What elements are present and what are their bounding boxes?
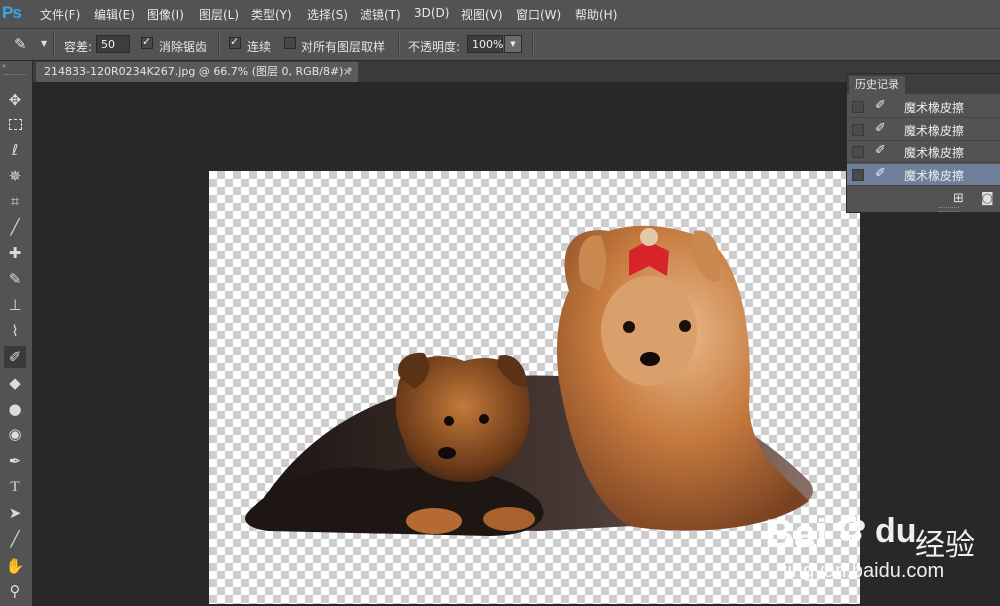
menu-window[interactable]: 窗口(W): [516, 6, 561, 23]
menu-edit[interactable]: 编辑(E): [94, 6, 135, 23]
antialias-checkbox[interactable]: [141, 35, 153, 49]
tolerance-input[interactable]: 50: [96, 35, 130, 53]
history-snapshot-checkbox[interactable]: [852, 169, 864, 181]
menu-select[interactable]: 选择(S): [307, 6, 348, 23]
blur-icon[interactable]: ●: [4, 398, 26, 420]
watermark: Bai ✿ du 经验 jingyan.baidu.com: [765, 498, 1000, 588]
all-layers-label: 对所有图层取样: [301, 40, 386, 54]
zoom-icon[interactable]: ⚲: [4, 580, 26, 602]
history-brush-icon[interactable]: ⌇: [4, 320, 26, 342]
document-title: 214833-120R0234K267.jpg @ 66.7% (图层 0, R…: [44, 65, 353, 78]
chevron-down-icon[interactable]: ▼: [41, 39, 47, 48]
eyedropper-icon[interactable]: ╱: [4, 216, 26, 238]
history-panel: 历史记录 ✐ 魔术橡皮擦 ✐ 魔术橡皮擦 ✐ 魔术橡皮擦 ✐ 魔术橡皮擦 ⊞ ◙: [846, 73, 1000, 213]
hand-icon[interactable]: ✋: [4, 555, 26, 577]
marquee-icon[interactable]: [4, 114, 26, 136]
baidu-logo-text-2: du: [875, 512, 917, 550]
type-icon[interactable]: T: [4, 476, 26, 498]
watermark-url: jingyan.baidu.com: [783, 560, 945, 582]
opacity-label: 不透明度:: [408, 40, 461, 54]
menu-bar: Ps 文件(F) 编辑(E) 图像(I) 图层(L) 类型(Y) 选择(S) 滤…: [0, 0, 1000, 29]
all-layers-checkbox[interactable]: [284, 37, 296, 49]
menu-file[interactable]: 文件(F): [40, 6, 80, 23]
menu-help[interactable]: 帮助(H): [575, 6, 617, 23]
menu-filter[interactable]: 滤镜(T): [360, 6, 401, 23]
history-snapshot-checkbox[interactable]: [852, 146, 864, 158]
tolerance-label: 容差:: [64, 40, 93, 54]
healing-brush-icon[interactable]: ✚: [4, 242, 26, 264]
tab-history[interactable]: 历史记录: [849, 76, 905, 94]
line-icon[interactable]: ╱: [4, 528, 26, 550]
dog-image: [245, 225, 813, 536]
brush-icon[interactable]: ✎: [4, 268, 26, 290]
history-item-label: 魔术橡皮擦: [904, 101, 965, 115]
dodge-icon[interactable]: ◉: [4, 423, 26, 445]
new-document-icon[interactable]: ⊞: [953, 191, 964, 206]
divider: [398, 33, 400, 55]
history-item[interactable]: ✐ 魔术橡皮擦: [847, 119, 1000, 141]
photoshop-logo: Ps: [2, 3, 22, 22]
history-snapshot-checkbox[interactable]: [852, 101, 864, 113]
opacity-input[interactable]: 100%: [467, 35, 503, 53]
menu-view[interactable]: 视图(V): [461, 6, 503, 23]
options-bar: ✎ ▼ 容差: 50 消除锯齿 连续 对所有图层取样 不透明度: 100% ▼: [0, 29, 1000, 61]
menu-image[interactable]: 图像(I): [147, 6, 184, 23]
history-item-label: 魔术橡皮擦: [904, 146, 965, 160]
history-item[interactable]: ✐ 魔术橡皮擦: [847, 141, 1000, 163]
baidu-logo-text: Bai: [765, 512, 828, 556]
history-tab-bar: 历史记录: [847, 74, 1000, 94]
panel-grip[interactable]: [4, 74, 26, 77]
paint-bucket-icon[interactable]: ◆: [4, 372, 26, 394]
crop-icon[interactable]: ⌗: [4, 190, 26, 212]
path-selection-icon[interactable]: ➤: [4, 502, 26, 524]
contiguous-label: 连续: [247, 40, 272, 54]
opacity-dropdown-button[interactable]: ▼: [504, 35, 522, 53]
lasso-icon[interactable]: ℓ: [4, 139, 26, 161]
camera-icon[interactable]: ◙: [981, 191, 994, 206]
antialias-label: 消除锯齿: [159, 40, 208, 54]
panel-collapse-icon[interactable]: »: [2, 62, 6, 70]
contiguous-checkbox[interactable]: [229, 35, 241, 49]
history-item-label: 魔术橡皮擦: [904, 169, 965, 183]
panel-resize-grip[interactable]: [939, 207, 959, 212]
paw-icon: ✿: [835, 506, 867, 550]
history-item-label: 魔术橡皮擦: [904, 124, 965, 138]
pen-icon[interactable]: ✒: [4, 450, 26, 472]
move-icon[interactable]: ✥: [4, 89, 26, 111]
jingyan-text: 经验: [915, 528, 975, 563]
divider: [218, 33, 220, 55]
menu-type[interactable]: 类型(Y): [251, 6, 292, 23]
magic-eraser-icon: ✐: [875, 166, 886, 181]
history-item-selected[interactable]: ✐ 魔术橡皮擦: [847, 164, 1000, 186]
close-icon[interactable]: ×: [343, 62, 352, 82]
divider: [53, 33, 55, 55]
tool-preset-icon[interactable]: ✎: [14, 35, 27, 53]
menu-layer[interactable]: 图层(L): [199, 6, 239, 23]
document-canvas[interactable]: [209, 171, 860, 604]
menu-3d[interactable]: 3D(D): [414, 6, 449, 20]
magic-eraser-icon: ✐: [875, 98, 886, 113]
magic-eraser-icon[interactable]: ✐: [4, 346, 26, 368]
document-tab[interactable]: 214833-120R0234K267.jpg @ 66.7% (图层 0, R…: [36, 62, 358, 82]
tools-panel: » ✥ ℓ ✵ ⌗ ╱ ✚ ✎ ⊥ ⌇ ✐ ◆ ● ◉ ✒ T ➤ ╱ ✋ ⚲: [0, 61, 33, 606]
history-item[interactable]: ✐ 魔术橡皮擦: [847, 96, 1000, 118]
magic-eraser-icon: ✐: [875, 143, 886, 158]
magic-wand-icon[interactable]: ✵: [4, 165, 26, 187]
chevron-down-icon: ▼: [510, 40, 516, 48]
magic-eraser-icon: ✐: [875, 121, 886, 136]
history-snapshot-checkbox[interactable]: [852, 124, 864, 136]
clone-stamp-icon[interactable]: ⊥: [4, 294, 26, 316]
history-footer: ⊞ ◙: [847, 188, 1000, 212]
divider: [532, 33, 534, 55]
